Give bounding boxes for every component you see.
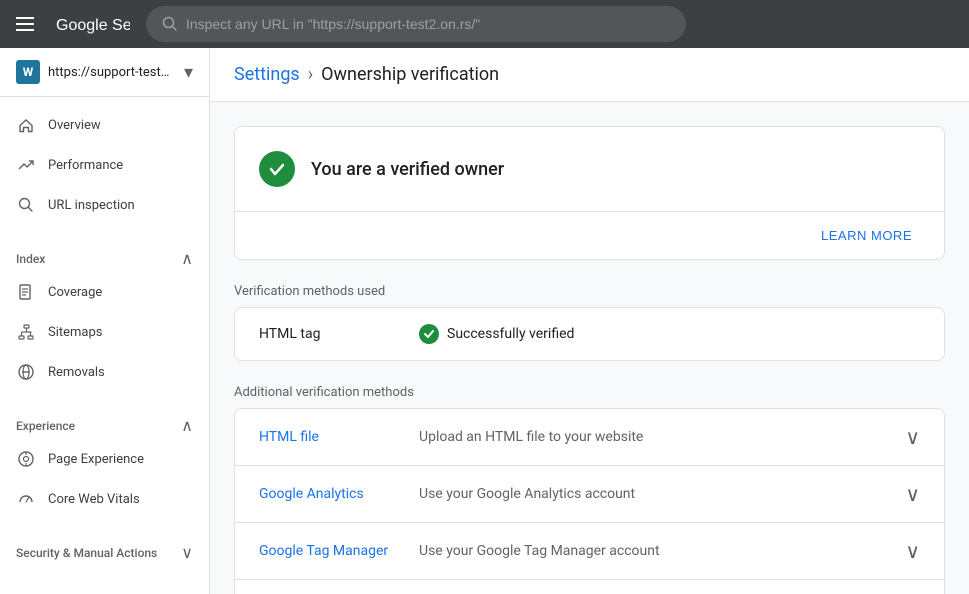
- security-section-title: Security & Manual Actions: [16, 546, 157, 560]
- url-search-icon: [16, 195, 36, 215]
- sidebar-item-core-web-vitals[interactable]: Core Web Vitals: [0, 479, 201, 519]
- main-content: Settings › Ownership verification You ar…: [210, 48, 969, 594]
- breadcrumb-parent[interactable]: Settings: [234, 64, 300, 85]
- trending-up-icon: [16, 155, 36, 175]
- security-chevron-icon: ∨: [181, 543, 193, 562]
- google-analytics-label[interactable]: Google Analytics: [259, 486, 419, 502]
- google-tag-manager-expand-icon[interactable]: ∨: [905, 539, 920, 563]
- index-chevron-icon: ∧: [181, 249, 193, 268]
- sitemaps-label: Sitemaps: [48, 325, 103, 340]
- search-icon: [162, 16, 178, 32]
- learn-more-button[interactable]: LEARN MORE: [813, 224, 920, 247]
- method-check-icon: [419, 324, 439, 344]
- used-methods-title: Verification methods used: [234, 284, 945, 299]
- header: Google Search Console Google Search Cons…: [0, 0, 969, 48]
- breadcrumb-current: Ownership verification: [321, 64, 499, 85]
- sidebar: W https://support-test2.on.rs/ ▾ Overvie…: [0, 48, 210, 594]
- index-section-header[interactable]: Index ∧: [0, 241, 209, 272]
- security-section: Security & Manual Actions ∨: [0, 527, 209, 574]
- additional-methods-card: HTML file Upload an HTML file to your we…: [234, 408, 945, 594]
- verified-title: You are a verified owner: [311, 159, 504, 180]
- sidebar-item-sitemaps[interactable]: Sitemaps: [0, 312, 201, 352]
- sidebar-item-url-inspection[interactable]: URL inspection: [0, 185, 201, 225]
- method-status: Successfully verified: [419, 324, 920, 344]
- performance-label: Performance: [48, 158, 123, 173]
- search-bar[interactable]: [146, 6, 686, 42]
- google-tag-manager-label[interactable]: Google Tag Manager: [259, 543, 419, 559]
- verified-footer: LEARN MORE: [235, 211, 944, 259]
- page-exp-icon: [16, 449, 36, 469]
- menu-icon[interactable]: [16, 17, 40, 31]
- used-method-row: HTML tag Successfully verified: [235, 308, 944, 360]
- legacy-section: Legacy tools and reports ∨: [0, 574, 209, 594]
- html-tag-label: HTML tag: [259, 326, 419, 342]
- google-analytics-expand-icon[interactable]: ∨: [905, 482, 920, 506]
- url-inspection-label: URL inspection: [48, 198, 135, 213]
- removals-label: Removals: [48, 365, 105, 380]
- wp-icon: W: [16, 60, 40, 84]
- experience-chevron-icon: ∧: [181, 416, 193, 435]
- breadcrumb: Settings › Ownership verification: [210, 48, 969, 102]
- main-nav: Overview Performance URL: [0, 97, 209, 233]
- search-input[interactable]: [186, 16, 670, 32]
- method-status-text: Successfully verified: [447, 326, 574, 342]
- site-url: https://support-test2.on.rs/: [48, 65, 176, 80]
- experience-section: Experience ∧ Page Experience: [0, 400, 209, 527]
- verified-header: You are a verified owner: [235, 127, 944, 211]
- sidebar-item-removals[interactable]: Removals: [0, 352, 201, 392]
- home-icon: [16, 115, 36, 135]
- used-methods-card: HTML tag Successfully verified: [234, 307, 945, 361]
- main-layout: W https://support-test2.on.rs/ ▾ Overvie…: [0, 48, 969, 594]
- html-file-row: HTML file Upload an HTML file to your we…: [235, 409, 944, 466]
- sitemaps-icon: [16, 322, 36, 342]
- google-tag-manager-row: Google Tag Manager Use your Google Tag M…: [235, 523, 944, 580]
- svg-text:Google Search Console: Google Search Console: [56, 17, 130, 34]
- google-analytics-row: Google Analytics Use your Google Analyti…: [235, 466, 944, 523]
- gauge-icon: [16, 489, 36, 509]
- sidebar-item-page-experience[interactable]: Page Experience: [0, 439, 201, 479]
- site-dropdown-chevron[interactable]: ▾: [184, 62, 193, 83]
- sidebar-item-coverage[interactable]: Coverage: [0, 272, 201, 312]
- app-logo: Google Search Console Google Search Cons…: [56, 12, 130, 36]
- experience-section-header[interactable]: Experience ∧: [0, 408, 209, 439]
- index-section: Index ∧ Coverage: [0, 233, 209, 400]
- index-section-title: Index: [16, 252, 45, 266]
- legacy-section-header[interactable]: Legacy tools and reports ∨: [0, 582, 209, 594]
- overview-label: Overview: [48, 118, 101, 133]
- html-file-expand-icon[interactable]: ∨: [905, 425, 920, 449]
- security-section-header[interactable]: Security & Manual Actions ∨: [0, 535, 209, 566]
- sidebar-item-overview[interactable]: Overview: [0, 105, 201, 145]
- legacy-chevron-icon: ∨: [181, 590, 193, 594]
- google-tag-manager-desc: Use your Google Tag Manager account: [419, 543, 905, 559]
- html-file-label[interactable]: HTML file: [259, 429, 419, 445]
- additional-methods-title: Additional verification methods: [234, 385, 945, 400]
- domain-name-provider-row: Domain name provider Associate a DNS rec…: [235, 580, 944, 594]
- coverage-label: Coverage: [48, 285, 102, 300]
- removals-icon: [16, 362, 36, 382]
- html-file-desc: Upload an HTML file to your website: [419, 429, 905, 445]
- experience-section-title: Experience: [16, 419, 75, 433]
- site-selector[interactable]: W https://support-test2.on.rs/ ▾: [0, 48, 209, 97]
- google-analytics-desc: Use your Google Analytics account: [419, 486, 905, 502]
- core-web-vitals-label: Core Web Vitals: [48, 492, 140, 507]
- sidebar-item-performance[interactable]: Performance: [0, 145, 201, 185]
- page-experience-label: Page Experience: [48, 452, 144, 467]
- verified-owner-card: You are a verified owner LEARN MORE: [234, 126, 945, 260]
- content-area: You are a verified owner LEARN MORE Veri…: [210, 102, 969, 594]
- verified-check-icon: [259, 151, 295, 187]
- coverage-icon: [16, 282, 36, 302]
- breadcrumb-separator: ›: [308, 64, 313, 85]
